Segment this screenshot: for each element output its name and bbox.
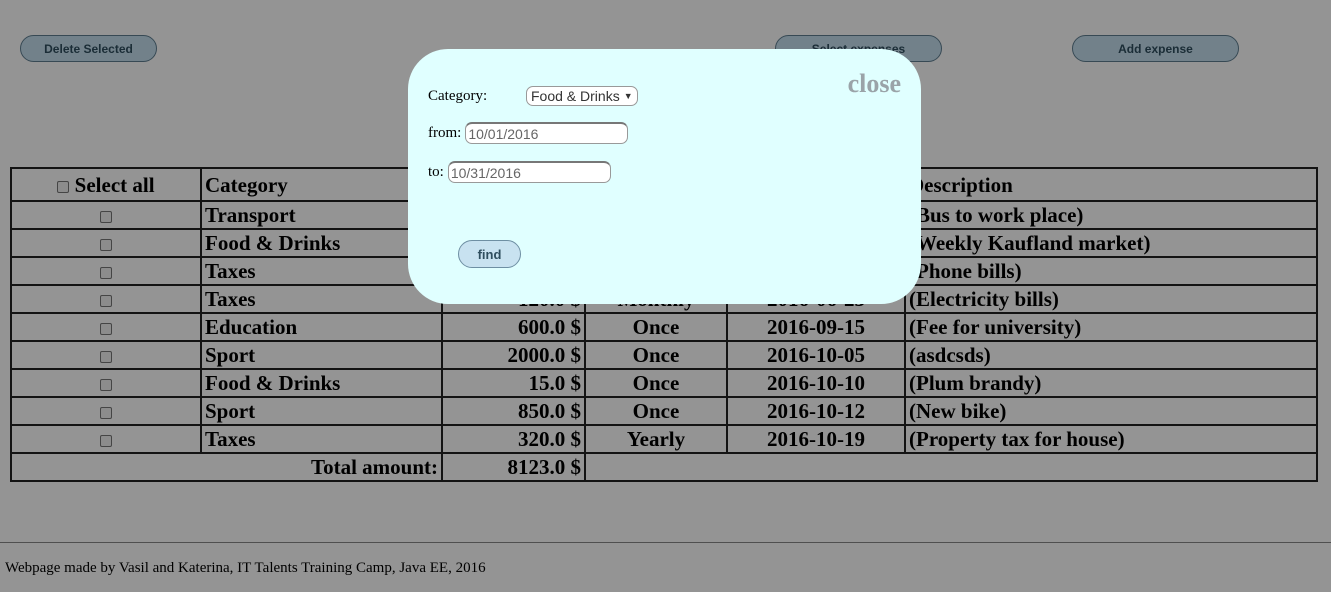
from-row: from: — [428, 122, 629, 144]
category-select-value: Food & Drinks — [531, 88, 620, 104]
category-label: Category: — [428, 87, 488, 104]
category-select[interactable]: Food & Drinks ▼ — [526, 86, 638, 106]
dropdown-arrow-icon: ▼ — [623, 91, 633, 101]
find-button[interactable]: find — [458, 240, 521, 268]
to-row: to: — [428, 161, 611, 183]
expenses-page: Delete Selected Select expenses Add expe… — [0, 0, 1331, 592]
filter-modal: close Category: Food & Drinks ▼ from: to… — [408, 49, 921, 304]
close-button[interactable]: close — [848, 69, 901, 99]
from-date-input[interactable] — [465, 122, 629, 144]
to-label: to: — [428, 163, 444, 180]
from-label: from: — [428, 124, 462, 141]
category-row: Category: Food & Drinks ▼ — [428, 86, 638, 106]
to-date-input[interactable] — [447, 161, 611, 183]
